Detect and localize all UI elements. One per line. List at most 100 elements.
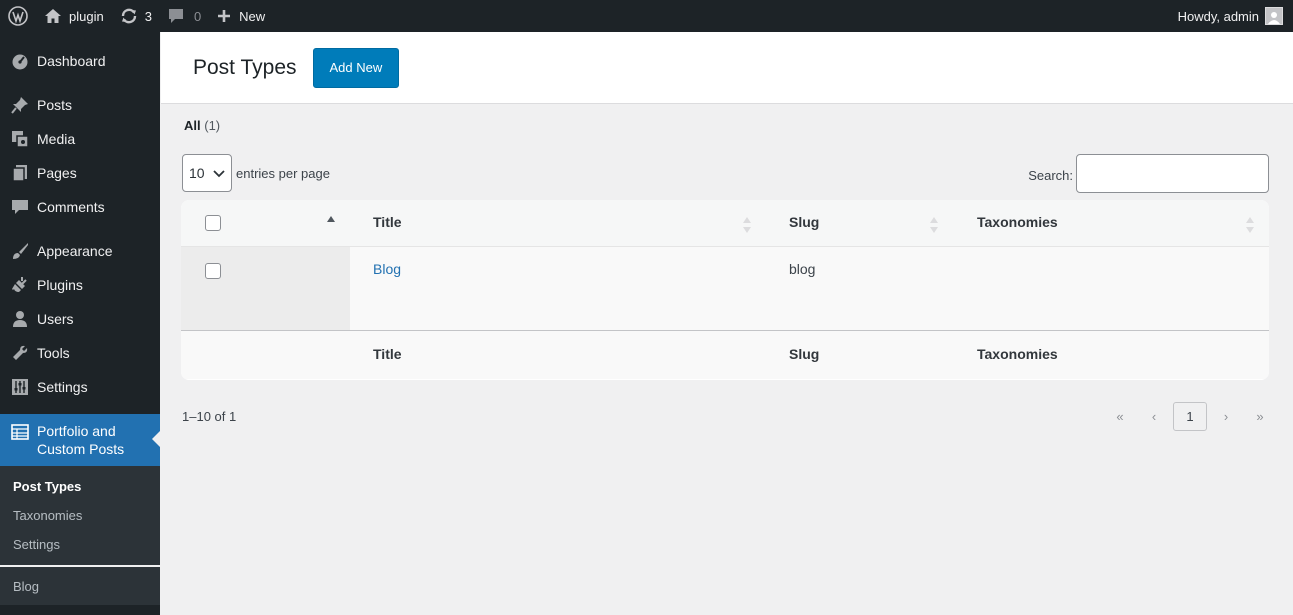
row-checkbox[interactable] — [205, 263, 221, 279]
sort-icon[interactable] — [1246, 217, 1254, 233]
dashboard-icon — [10, 51, 30, 71]
greeting-label: Howdy, admin — [1177, 8, 1259, 24]
filter-all-count: (1) — [204, 118, 221, 133]
brush-icon — [10, 241, 30, 261]
pagination: « ‹ 1 › » — [1103, 401, 1277, 431]
sidebar-item-label: Users — [37, 311, 74, 327]
sidebar-item-label: Blog — [13, 578, 40, 594]
sidebar-item-comments[interactable]: Comments — [0, 190, 160, 224]
admin-bar: plugin 3 0 New Howdy, admin — [0, 0, 1293, 32]
comments-count: 0 — [193, 8, 202, 24]
sidebar-item-appearance[interactable]: Appearance — [0, 234, 160, 268]
avatar — [1265, 7, 1283, 25]
sidebar-item-portfolio[interactable]: Portfolio and Custom Posts — [0, 414, 160, 466]
column-header-taxonomies[interactable]: Taxonomies — [977, 214, 1058, 230]
table-footer-row: Title Slug Taxonomies — [181, 331, 1269, 379]
comments-icon — [10, 197, 30, 217]
sidebar-item-label: Appearance — [37, 243, 113, 259]
my-account-menu[interactable]: Howdy, admin — [1170, 0, 1293, 32]
search-label: Search: — [1028, 168, 1073, 183]
sidebar-item-media[interactable]: Media — [0, 122, 160, 156]
pages-icon — [10, 163, 30, 183]
site-name-menu[interactable]: plugin — [36, 0, 112, 32]
sort-icon[interactable] — [930, 217, 938, 233]
post-type-title-link[interactable]: Blog — [373, 261, 401, 277]
page-title: Post Types — [193, 55, 297, 79]
table-row: Blog blog — [181, 247, 1269, 331]
users-icon — [10, 309, 30, 329]
filter-all-link[interactable]: All — [184, 118, 201, 133]
entries-per-page-select[interactable]: 10 — [182, 154, 232, 192]
table-search: Search: — [1028, 154, 1269, 193]
sidebar-item-pages[interactable]: Pages — [0, 156, 160, 190]
sidebar-item-label: Portfolio and Custom Posts — [37, 422, 124, 458]
chevron-down-icon — [212, 165, 225, 181]
checkbox-cell — [181, 247, 350, 330]
media-icon — [10, 129, 30, 149]
comments-menu[interactable]: 0 — [160, 0, 209, 32]
new-content-menu[interactable]: New — [209, 0, 273, 32]
sidebar-item-dashboard[interactable]: Dashboard — [0, 44, 160, 78]
wordpress-logo-icon[interactable] — [0, 0, 36, 32]
entries-per-page-value: 10 — [189, 165, 205, 181]
table-icon — [10, 422, 30, 442]
column-footer-title: Title — [373, 346, 402, 362]
select-all-checkbox[interactable] — [205, 215, 221, 231]
add-new-button[interactable]: Add New — [312, 47, 400, 88]
pin-icon — [10, 95, 30, 115]
wrench-icon — [10, 343, 30, 363]
settings-icon — [10, 377, 30, 397]
table-header-row: Title Slug Taxonomies — [181, 200, 1269, 247]
home-icon — [44, 8, 62, 24]
portfolio-submenu: Post Types Taxonomies Settings — [0, 466, 160, 565]
submenu-item-settings[interactable]: Settings — [0, 530, 160, 559]
next-page-button[interactable]: › — [1209, 401, 1243, 431]
portfolio-label-line2: Custom Posts — [37, 441, 125, 457]
new-label: New — [239, 8, 266, 24]
sidebar-item-tools[interactable]: Tools — [0, 336, 160, 370]
sidebar-item-users[interactable]: Users — [0, 302, 160, 336]
sidebar-item-label: Tools — [37, 345, 70, 361]
post-types-table: Title Slug Taxonomies Blog blog Title Sl… — [181, 200, 1269, 380]
entries-per-page: 10 entries per page — [182, 154, 330, 192]
previous-page-button[interactable]: ‹ — [1137, 401, 1171, 431]
sort-icon[interactable] — [743, 217, 751, 233]
table-controls: 10 entries per page Search: — [182, 154, 1269, 194]
last-page-button[interactable]: » — [1243, 401, 1277, 431]
sidebar-item-label: Media — [37, 131, 76, 147]
sidebar-item-settings[interactable]: Settings — [0, 370, 160, 404]
plus-icon — [217, 9, 231, 23]
sidebar-item-blog[interactable]: Blog — [0, 567, 160, 605]
submenu-item-post-types[interactable]: Post Types — [0, 472, 160, 501]
sidebar-item-label: Plugins — [37, 277, 83, 293]
sort-asc-icon[interactable] — [327, 216, 335, 222]
updates-menu[interactable]: 3 — [112, 0, 160, 32]
page-header: Post Types Add New — [161, 32, 1293, 104]
site-name-label: plugin — [69, 8, 104, 24]
column-header-slug[interactable]: Slug — [789, 214, 819, 230]
updates-count: 3 — [144, 8, 152, 24]
sidebar-item-label: Dashboard — [37, 53, 106, 69]
column-header-title[interactable]: Title — [373, 214, 402, 230]
current-page-button[interactable]: 1 — [1173, 401, 1207, 431]
search-input[interactable] — [1076, 154, 1269, 193]
plugin-icon — [10, 275, 30, 295]
sidebar-item-label: Pages — [37, 165, 77, 181]
first-page-button[interactable]: « — [1103, 401, 1137, 431]
entries-per-page-label: entries per page — [236, 165, 330, 181]
sidebar-item-label: Posts — [37, 97, 73, 113]
sidebar-item-label: Comments — [37, 199, 105, 215]
portfolio-label-line1: Portfolio and — [37, 423, 116, 439]
column-footer-taxonomies: Taxonomies — [977, 346, 1058, 362]
post-type-slug: blog — [789, 261, 816, 277]
comment-bubble-icon — [168, 8, 184, 24]
sidebar-item-label: Settings — [37, 379, 88, 395]
sidebar-item-plugins[interactable]: Plugins — [0, 268, 160, 302]
submenu-item-taxonomies[interactable]: Taxonomies — [0, 501, 160, 530]
sidebar-item-posts[interactable]: Posts — [0, 88, 160, 122]
main-content: Post Types Add New All (1) 10 entries pe… — [161, 32, 1293, 615]
column-footer-slug: Slug — [789, 346, 820, 362]
admin-sidebar: Dashboard Posts Media Pages Comments App… — [0, 32, 160, 615]
pagination-info: 1–10 of 1 — [182, 409, 237, 424]
status-filter: All (1) — [184, 118, 220, 133]
